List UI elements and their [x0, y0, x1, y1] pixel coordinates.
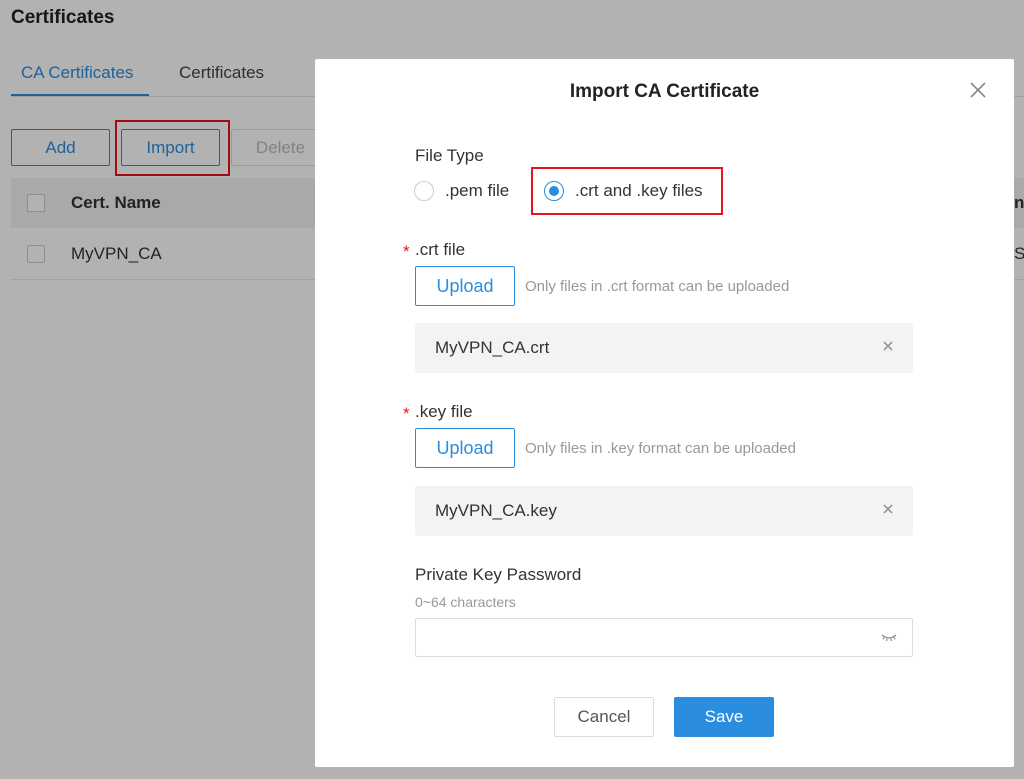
- dialog-title: Import CA Certificate: [569, 81, 760, 102]
- crt-key-highlight-box: [531, 167, 723, 215]
- key-file-label: * .key file: [403, 402, 473, 423]
- crt-file-label: * .crt file: [403, 240, 466, 261]
- key-file-name: MyVPN_CA.key: [435, 501, 557, 520]
- import-ca-certificate-dialog: Import CA Certificate File Type .pem fil…: [315, 59, 1014, 767]
- crt-file-label-text: .crt file: [415, 240, 466, 259]
- radio-pem-file-label[interactable]: .pem file: [445, 181, 509, 201]
- crt-file-item: MyVPN_CA.crt: [415, 323, 913, 373]
- crt-file-name: MyVPN_CA.crt: [435, 338, 550, 357]
- key-file-item: MyVPN_CA.key: [415, 486, 913, 536]
- save-button[interactable]: Save: [674, 697, 774, 737]
- radio-pem-file[interactable]: [414, 181, 434, 201]
- key-upload-hint: Only files in .key format can be uploade…: [525, 440, 796, 457]
- crt-upload-hint: Only files in .crt format can be uploade…: [525, 278, 790, 295]
- crt-upload-button[interactable]: Upload: [415, 266, 515, 306]
- clear-icon[interactable]: [881, 502, 895, 516]
- private-key-password-input[interactable]: [415, 618, 913, 657]
- key-file-label-text: .key file: [415, 402, 473, 421]
- eye-hidden-icon[interactable]: [880, 629, 898, 645]
- password-length-hint: 0~64 characters: [415, 594, 516, 610]
- private-key-password-label: Private Key Password: [415, 565, 582, 584]
- required-mark: *: [403, 404, 410, 423]
- close-icon[interactable]: [968, 80, 988, 100]
- clear-icon[interactable]: [881, 339, 895, 353]
- file-type-label: File Type: [415, 146, 484, 165]
- key-upload-button[interactable]: Upload: [415, 428, 515, 468]
- cancel-button[interactable]: Cancel: [554, 697, 654, 737]
- required-mark: *: [403, 242, 410, 261]
